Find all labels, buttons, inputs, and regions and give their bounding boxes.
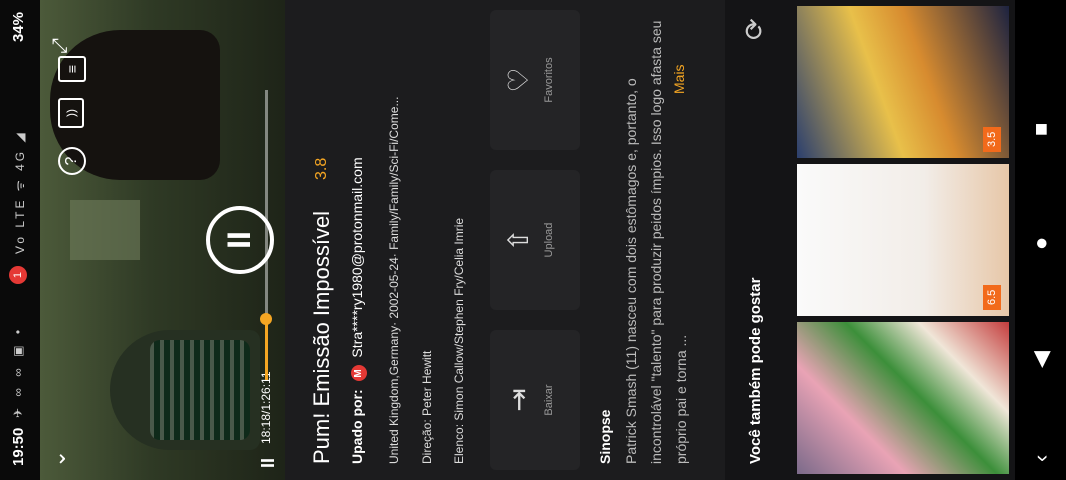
window-pane [70, 200, 140, 260]
uploader-avatar-icon: M [351, 365, 367, 382]
notification-badge: 1 [9, 266, 27, 284]
card-rating: 3.5 [983, 126, 1001, 152]
download-label: Baixar [543, 384, 555, 416]
status-bar: 19:50 ✈ ∞ ∞ ▣ • 1 Vo LTE ᯤ 4G ◢ 34% [0, 0, 40, 480]
pause-button[interactable]: II [206, 206, 274, 274]
fullscreen-icon[interactable]: ⤢ [49, 38, 71, 54]
system-nav-bar: ‹ ◀ ● ■ [1015, 0, 1066, 480]
recommendations-heading: Você também pode gostar [747, 277, 764, 464]
recommendations: Você também pode gostar ⟳ 6.5 3.5 [725, 0, 1015, 480]
upload-button[interactable]: ⇧ Upload [490, 170, 580, 310]
favorites-label: Favoritos [543, 57, 555, 103]
synopsis-heading: Sinopse [597, 409, 613, 464]
more-link[interactable]: Mais [671, 64, 687, 100]
uploader-row: Upado por: M Stra****ry1980@protonmail.c… [349, 157, 367, 464]
recommendation-card[interactable] [797, 322, 1009, 474]
signal-icons: Vo LTE ᯤ 4G ◢ [13, 130, 27, 254]
progress-fill [265, 319, 268, 380]
uploader-email[interactable]: Stra****ry1980@protonmail.com [349, 157, 365, 357]
action-row: ⇥ Baixar ⇧ Upload ♡ Favoritos [490, 10, 580, 470]
favorites-button[interactable]: ♡ Favoritos [490, 10, 580, 150]
small-pause-icon[interactable]: II [258, 458, 279, 468]
upload-label: Upload [543, 222, 555, 258]
movie-cast: Elenco: Simon Callow/Stephen Fry/Celia I… [452, 217, 466, 464]
movie-meta: United Kingdom,Germany· 2002-05-24· Fami… [387, 96, 401, 464]
battery-level: 34% [10, 12, 27, 43]
back-triangle-icon[interactable]: ◀ [1028, 351, 1054, 368]
upload-cloud-icon: ⇧ [503, 228, 534, 252]
recommendation-card[interactable]: 3.5 [797, 6, 1009, 158]
synopsis-text: Patrick Smash (11) nasceu com dois estôm… [623, 20, 689, 464]
cast-icon[interactable]: )) [58, 98, 84, 128]
status-left-icons: ✈ ∞ ∞ ▣ • [11, 325, 25, 418]
playlist-icon[interactable]: ≡ [58, 56, 86, 82]
movie-info: Pum! Emissão Impossível 3.8 Upado por: M… [285, 0, 725, 480]
time-readout: 18:18/1:26:11 [259, 371, 273, 444]
help-icon[interactable]: ? [58, 147, 86, 175]
uploader-label: Upado por: [349, 389, 365, 464]
progress-knob[interactable] [260, 313, 272, 326]
download-icon: ⇥ [503, 388, 534, 412]
chevron-icon[interactable]: ‹ [1028, 455, 1054, 462]
refresh-icon[interactable]: ⟳ [739, 18, 770, 40]
status-time: 19:50 [10, 427, 27, 466]
movie-director: Direção: Peter Hewitt [420, 350, 434, 464]
boy-figure [110, 330, 260, 450]
card-rating: 6.5 [983, 284, 1001, 310]
movie-title: Pum! Emissão Impossível [309, 210, 334, 464]
app-screen: 19:50 ✈ ∞ ∞ ▣ • 1 Vo LTE ᯤ 4G ◢ 34% ⌄ ? … [0, 0, 1066, 480]
movie-rating: 3.8 [313, 157, 330, 180]
heart-icon: ♡ [503, 67, 534, 93]
download-button[interactable]: ⇥ Baixar [490, 330, 580, 470]
progress-bar[interactable] [260, 90, 272, 380]
video-player[interactable]: ⌄ ? )) ≡ ⤢ II II 18:18/1:26:11 [40, 0, 285, 480]
home-circle-icon[interactable]: ● [1028, 237, 1054, 250]
recommendation-card[interactable]: 6.5 [797, 164, 1009, 316]
collapse-chevron-icon[interactable]: ⌄ [45, 450, 70, 468]
recents-square-icon[interactable]: ■ [1028, 123, 1054, 136]
